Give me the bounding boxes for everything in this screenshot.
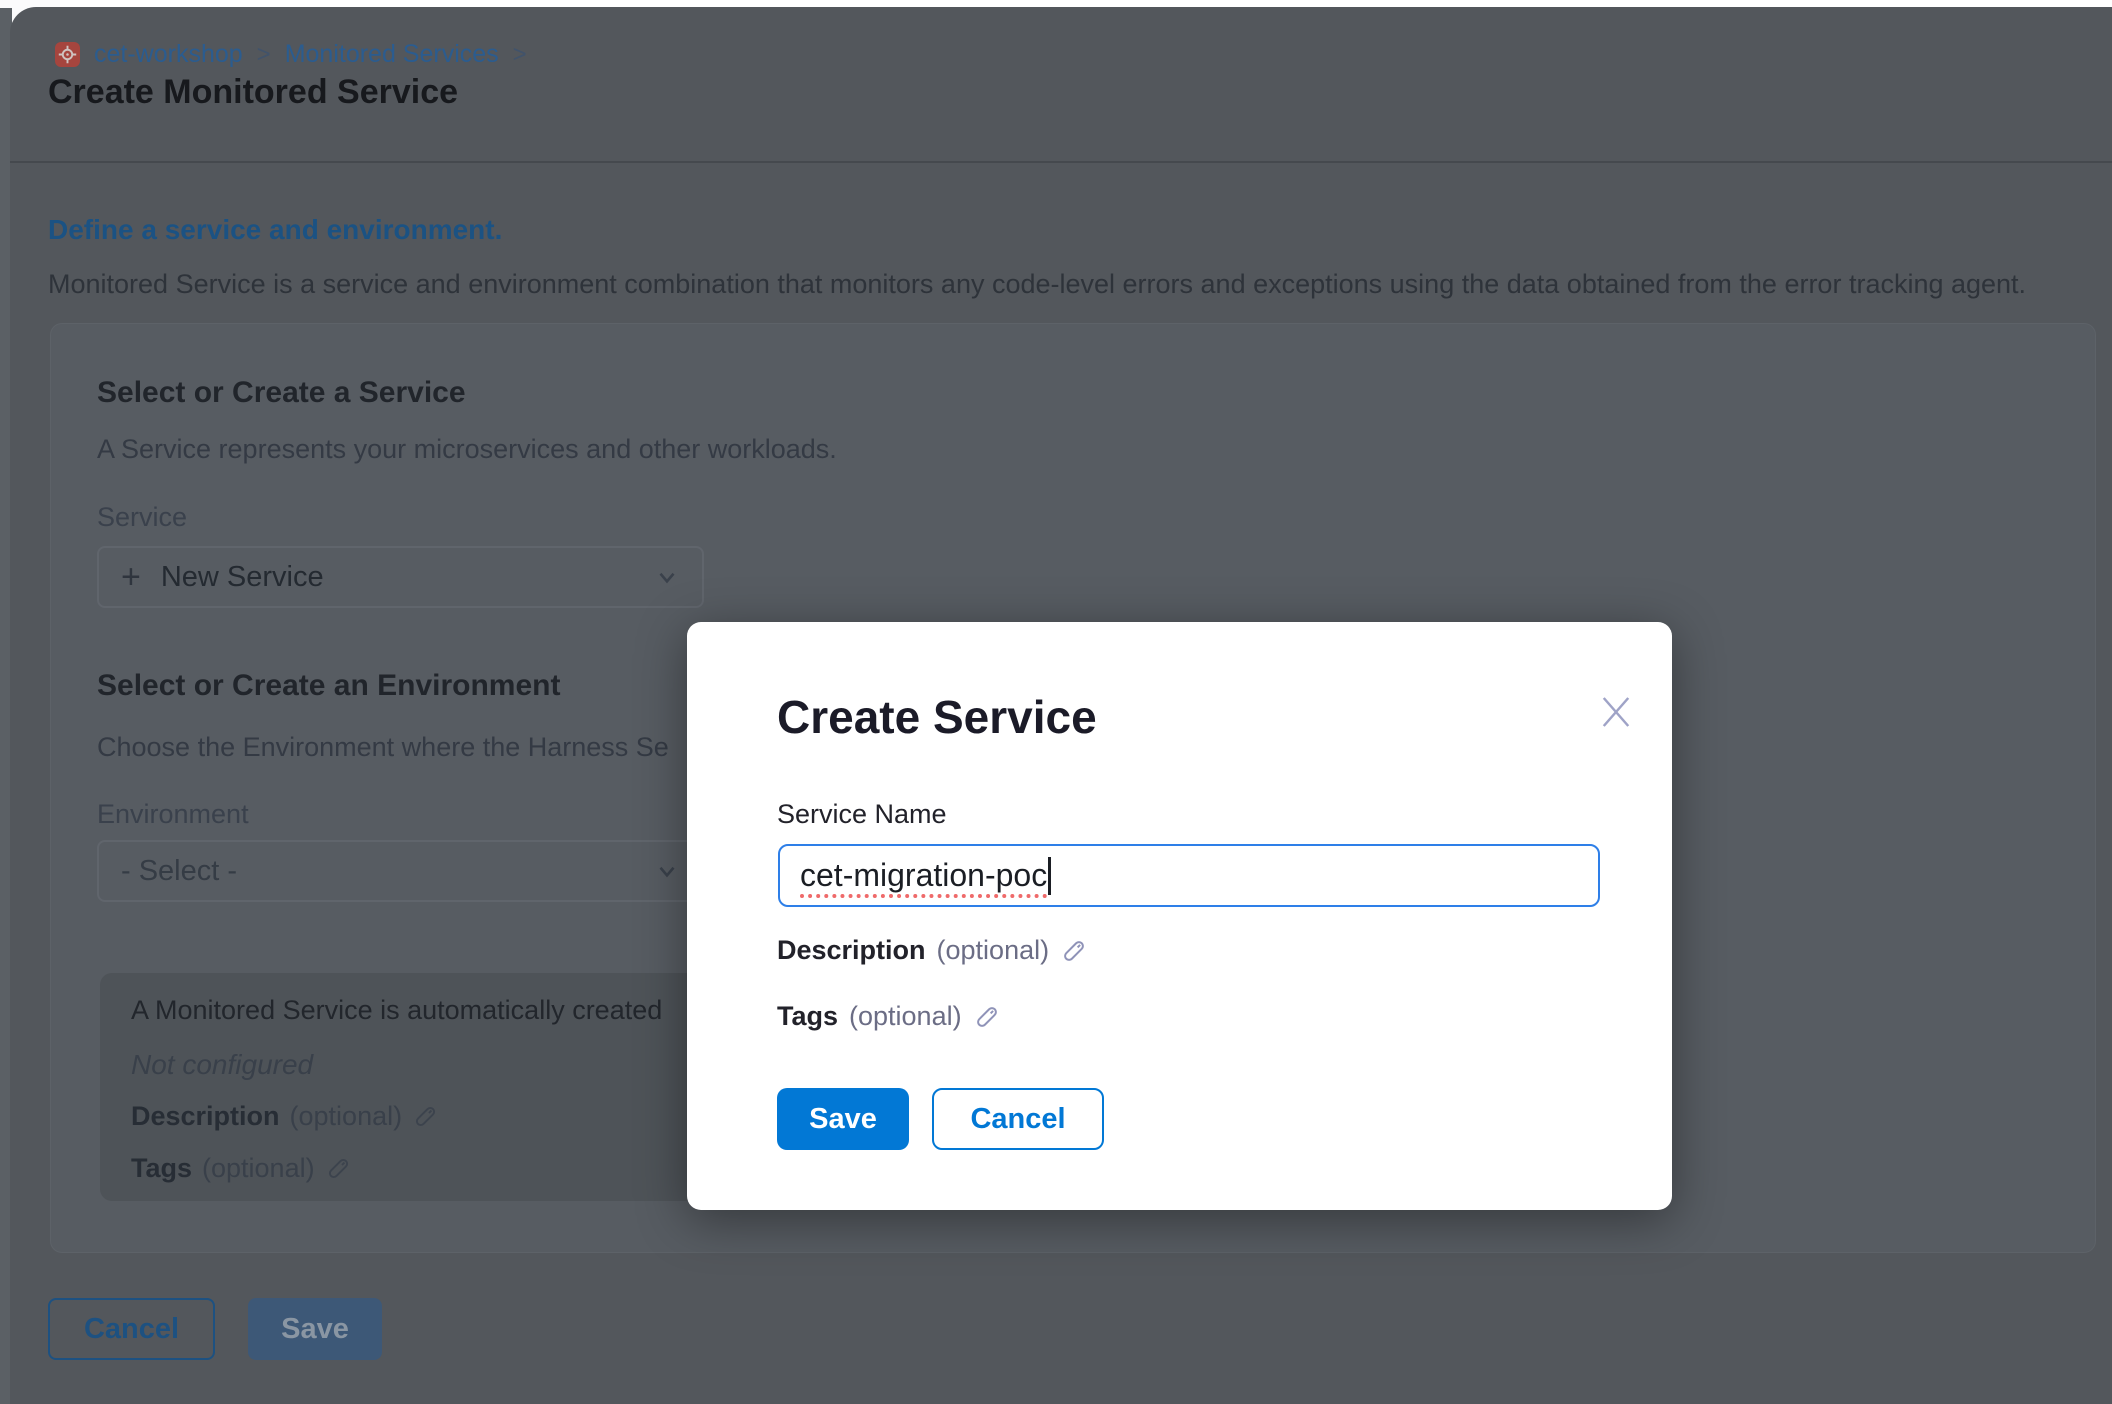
modal-tags-row: Tags (optional) <box>777 1001 1001 1032</box>
description-optional-label: (optional) <box>937 935 1050 966</box>
service-dropdown[interactable]: + New Service <box>97 546 704 608</box>
tags-label: Tags <box>777 1001 838 1032</box>
intro-description: Monitored Service is a service and envir… <box>48 269 2098 300</box>
edit-pencil-icon[interactable] <box>325 1155 352 1182</box>
edit-pencil-icon[interactable] <box>973 1003 1001 1031</box>
environment-section-heading: Select or Create an Environment <box>97 669 560 703</box>
auto-create-text: A Monitored Service is automatically cre… <box>131 995 662 1026</box>
chevron-down-icon <box>654 858 680 884</box>
edit-pencil-icon[interactable] <box>412 1103 439 1130</box>
intro-heading: Define a service and environment. <box>48 214 502 246</box>
screen: cet-workshop > Monitored Services > Crea… <box>0 0 2112 1404</box>
service-field-label: Service <box>97 502 187 533</box>
not-configured-status: Not configured <box>131 1049 313 1081</box>
tags-label: Tags <box>131 1153 192 1184</box>
service-name-input[interactable]: cet-migration-poc <box>778 844 1600 907</box>
breadcrumb-separator: > <box>513 41 527 69</box>
page-title: Create Monitored Service <box>48 73 458 112</box>
service-section-subheading: A Service represents your microservices … <box>97 434 837 465</box>
breadcrumb-separator: > <box>257 41 271 69</box>
modal-description-row: Description (optional) <box>777 935 1088 966</box>
breadcrumb-project-link[interactable]: cet-workshop <box>94 40 243 69</box>
service-name-value: cet-migration-poc <box>800 857 1047 894</box>
modal-title: Create Service <box>777 690 1097 744</box>
header-divider <box>10 161 2112 163</box>
description-label: Description <box>777 935 926 966</box>
environment-dropdown-placeholder: - Select - <box>121 855 237 888</box>
environment-field-label: Environment <box>97 799 249 830</box>
chevron-down-icon <box>654 564 680 590</box>
tags-row: Tags (optional) <box>131 1153 352 1184</box>
edit-pencil-icon[interactable] <box>1060 937 1088 965</box>
description-optional-label: (optional) <box>290 1101 403 1132</box>
breadcrumb-monitored-services-link[interactable]: Monitored Services <box>285 40 499 69</box>
create-service-modal: Create Service Service Name cet-migratio… <box>687 622 1672 1210</box>
page-cancel-button[interactable]: Cancel <box>48 1298 215 1360</box>
close-icon[interactable] <box>1592 688 1640 736</box>
service-dropdown-value: New Service <box>161 561 324 594</box>
tags-optional-label: (optional) <box>849 1001 962 1032</box>
service-section-heading: Select or Create a Service <box>97 376 466 410</box>
description-label: Description <box>131 1101 280 1132</box>
modal-cancel-button[interactable]: Cancel <box>932 1088 1104 1150</box>
breadcrumb: cet-workshop > Monitored Services > <box>55 40 527 69</box>
text-caret <box>1048 857 1051 895</box>
plus-icon: + <box>121 560 141 594</box>
description-row: Description (optional) <box>131 1101 439 1132</box>
service-name-label: Service Name <box>777 799 947 830</box>
environment-section-subheading: Choose the Environment where the Harness… <box>97 732 669 763</box>
modal-save-button[interactable]: Save <box>777 1088 909 1150</box>
tags-optional-label: (optional) <box>202 1153 315 1184</box>
page-save-button-disabled[interactable]: Save <box>248 1298 382 1360</box>
error-tracking-app-icon <box>55 42 80 67</box>
environment-dropdown[interactable]: - Select - <box>97 840 704 902</box>
